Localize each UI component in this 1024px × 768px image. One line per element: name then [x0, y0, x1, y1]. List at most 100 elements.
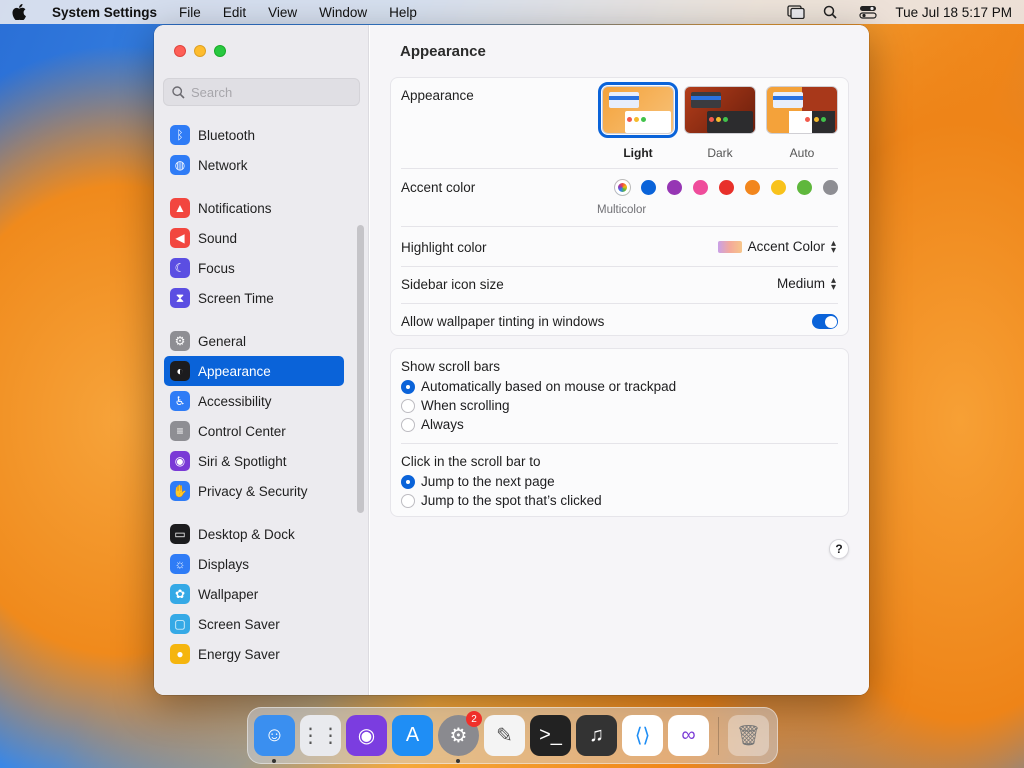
scroll-bars-option-auto[interactable]: Automatically based on mouse or trackpad — [401, 379, 676, 394]
accent-swatch[interactable] — [719, 180, 734, 195]
menu-bar: System Settings File Edit View Window He… — [0, 0, 1024, 24]
radio-button[interactable] — [401, 417, 415, 432]
accent-swatch[interactable] — [771, 180, 786, 195]
accent-swatch[interactable] — [641, 180, 656, 195]
minimize-button[interactable] — [194, 45, 206, 57]
sidebar-item-appearance[interactable]: ◐ Appearance — [164, 356, 344, 386]
system-settings-icon[interactable]: ⚙ 2 — [438, 711, 482, 763]
radio-button[interactable] — [401, 493, 415, 508]
visual-studio-icon[interactable]: ∞ — [668, 715, 709, 756]
radio-button[interactable] — [401, 398, 415, 413]
sidebar-item-wallpaper[interactable]: ✿ Wallpaper — [164, 579, 344, 609]
sidebar-item-displays[interactable]: ☼ Displays — [164, 549, 344, 579]
trash-icon[interactable]: 🗑 — [728, 715, 769, 756]
appearance-option-label: Light — [623, 146, 653, 160]
sidebar-item-notifications[interactable]: ▲ Notifications — [164, 193, 344, 223]
sidebar-item-privacy-security[interactable]: ✋ Privacy & Security — [164, 476, 344, 506]
sidebar-item-label: Siri & Spotlight — [198, 453, 287, 469]
control-center-icon[interactable] — [859, 5, 878, 19]
highlight-color-popup[interactable]: Accent Color ▴ ▾ — [717, 238, 836, 255]
search-input[interactable] — [191, 84, 351, 100]
sidebar-item-screen-time[interactable]: ⧗ Screen Time — [164, 283, 344, 313]
sidebar-item-focus[interactable]: ☾ Focus — [164, 253, 344, 283]
siri-icon: ◉ — [170, 451, 190, 471]
menu-file[interactable]: File — [179, 5, 201, 20]
finder-icon[interactable]: ☺ — [254, 715, 295, 763]
hand-icon: ✋ — [170, 481, 190, 501]
window-controls — [174, 45, 226, 57]
scroll-bars-option-always[interactable]: Always — [401, 417, 464, 432]
sidebar-item-label: Desktop & Dock — [198, 526, 295, 542]
sidebar-scrollbar[interactable] — [357, 225, 364, 513]
close-button[interactable] — [174, 45, 186, 57]
scroll-bars-option-when-scrolling[interactable]: When scrolling — [401, 398, 510, 413]
divider — [401, 226, 838, 227]
apple-logo-icon[interactable] — [12, 4, 40, 20]
appearance-option-light[interactable]: Light — [598, 82, 678, 160]
moon-icon: ☾ — [170, 258, 190, 278]
textedit-icon[interactable]: ✎ — [484, 715, 525, 756]
running-indicator — [272, 759, 276, 763]
sidebar-item-control-center[interactable]: ≡ Control Center — [164, 416, 344, 446]
firefox-icon[interactable]: ◉ — [346, 715, 387, 756]
launchpad-icon[interactable]: ⋮⋮ — [300, 715, 341, 756]
sidebar-item-bluetooth[interactable]: ᛒ Bluetooth — [164, 120, 344, 150]
appearance-option-auto[interactable]: Auto — [766, 86, 838, 160]
sidebar-list: ᛒ Bluetooth ◍ Network ▲ Notifications ◀ Sound ☾ F… — [164, 120, 344, 669]
garageband-icon[interactable]: ♫ — [576, 715, 617, 756]
accent-swatch[interactable] — [823, 180, 838, 195]
accent-swatch[interactable] — [693, 180, 708, 195]
sidebar-item-general[interactable]: ⚙ General — [164, 326, 344, 356]
click-scroll-option-spot[interactable]: Jump to the spot that’s clicked — [401, 493, 602, 508]
sidebar-item-desktop-dock[interactable]: ▭ Desktop & Dock — [164, 519, 344, 549]
radio-button[interactable] — [401, 474, 415, 489]
spotlight-search-icon[interactable] — [823, 5, 841, 19]
menu-clock[interactable]: Tue Jul 18 5:17 PM — [895, 5, 1012, 20]
app-store-icon[interactable]: A — [392, 715, 433, 756]
radio-button[interactable] — [401, 379, 415, 394]
accent-swatch[interactable] — [667, 180, 682, 195]
appearance-option-dark[interactable]: Dark — [684, 86, 756, 160]
sidebar-icon-size-value: Medium — [776, 276, 825, 291]
accent-color-label: Accent color — [401, 180, 476, 195]
sidebar-item-siri-spotlight[interactable]: ◉ Siri & Spotlight — [164, 446, 344, 476]
wallpaper-tinting-label: Allow wallpaper tinting in windows — [401, 314, 605, 329]
click-scroll-option-next-page[interactable]: Jump to the next page — [401, 474, 555, 489]
accent-swatch[interactable] — [745, 180, 760, 195]
dock: ☺ ⋮⋮ ◉ A ⚙ 2 ✎ >_ ♫ ⟨⟩ ∞ 🗑 — [247, 707, 778, 764]
highlight-color-label: Highlight color — [401, 240, 487, 255]
zoom-button[interactable] — [214, 45, 226, 57]
sidebar-item-label: Displays — [198, 556, 250, 572]
sidebar-item-network[interactable]: ◍ Network — [164, 150, 344, 180]
screen-mirroring-icon[interactable] — [787, 5, 806, 20]
show-scroll-bars-label: Show scroll bars — [401, 359, 501, 374]
radio-label: Automatically based on mouse or trackpad — [421, 379, 677, 394]
sidebar-item-screen-saver[interactable]: ▢ Screen Saver — [164, 609, 344, 639]
search-field[interactable] — [163, 78, 360, 106]
menu-app-name[interactable]: System Settings — [52, 5, 157, 20]
sidebar-item-label: Accessibility — [198, 393, 272, 409]
menu-view[interactable]: View — [268, 5, 297, 20]
appearance-label: Appearance — [401, 88, 474, 103]
page-title: Appearance — [400, 43, 486, 60]
sidebar-item-label: Screen Saver — [198, 616, 280, 632]
sidebar-icon-size-popup[interactable]: Medium ▴ ▾ — [776, 275, 836, 292]
accent-swatch[interactable] — [797, 180, 812, 195]
appearance-option-label: Dark — [707, 146, 733, 160]
wallpaper-tinting-toggle[interactable] — [812, 314, 838, 329]
accent-swatch-multicolor[interactable] — [615, 180, 630, 195]
sidebar-item-sound[interactable]: ◀ Sound — [164, 223, 344, 253]
globe-icon: ◍ — [170, 155, 190, 175]
settings-window: ᛒ Bluetooth ◍ Network ▲ Notifications ◀ Sound ☾ F… — [154, 25, 869, 695]
menu-edit[interactable]: Edit — [223, 5, 246, 20]
appearance-settings-card: Appearance Light Dark Auto Accent color … — [390, 77, 849, 336]
terminal-icon[interactable]: >_ — [530, 715, 571, 756]
sidebar-item-energy-saver[interactable]: ● Energy Saver — [164, 639, 344, 669]
bulb-icon: ● — [170, 644, 190, 664]
menu-help[interactable]: Help — [389, 5, 417, 20]
vscode-icon[interactable]: ⟨⟩ — [622, 715, 663, 756]
sidebar-item-accessibility[interactable]: ♿ Accessibility — [164, 386, 344, 416]
menu-window[interactable]: Window — [319, 5, 367, 20]
help-button[interactable]: ? — [829, 539, 849, 559]
